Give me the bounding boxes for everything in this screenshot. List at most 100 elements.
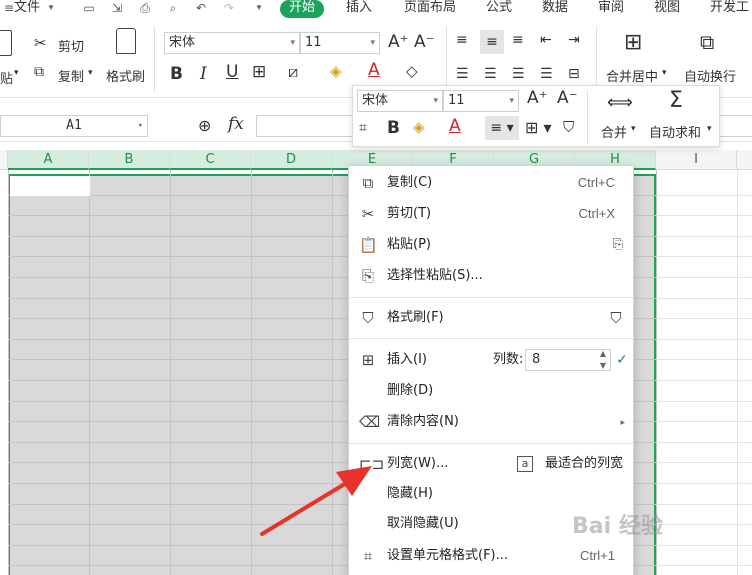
column-count-stepper[interactable]: 8 ▲ ▼ [525,349,611,371]
active-cell[interactable] [10,176,90,196]
menu-item-copy[interactable]: ⧉ 复制(C) Ctrl+C [349,168,633,198]
align-left-icon[interactable]: ☰ [456,66,469,82]
name-box[interactable]: A1 ▾ [0,115,148,137]
column-width-icon: ⊏⊐ [359,455,385,473]
grid-line-horizontal [656,544,752,546]
chevron-down-icon[interactable]: ▾ [14,68,19,78]
tab-review[interactable]: 审阅 [598,0,624,18]
column-header[interactable]: C [170,150,251,170]
format-painter-icon[interactable]: ⛉ [563,118,574,136]
diagonal-border-icon[interactable]: ⧄ [288,62,298,82]
bold-icon[interactable]: B [387,118,400,138]
stepper-arrows-icon[interactable]: ▲ ▼ [600,348,606,372]
mini-font-name-select[interactable]: 宋体 ▾ [357,90,443,112]
align-top-icon[interactable]: ≡ [456,32,468,48]
merge-center-icon: ⊞ [624,30,643,55]
chevron-down-icon: ▾ [433,96,438,106]
zoom-icon[interactable]: ⊕ [198,116,211,135]
print-icon[interactable]: ⎙ [138,2,152,15]
brush-icon[interactable]: ⛉ [607,309,625,327]
font-size-select[interactable]: 11 ▾ [300,32,380,54]
copy-button[interactable]: 复制 [58,66,84,85]
paste-icon[interactable] [0,30,12,56]
menu-item-clear-contents[interactable]: ⌫ 清除内容(N) ▸ [349,407,633,437]
chevron-down-icon[interactable]: ▾ [88,68,93,78]
border-icon[interactable]: ⊞ ▾ [525,118,552,137]
increase-font-icon[interactable]: A⁺ [388,32,409,52]
border-icon[interactable]: ⊞ [252,62,266,82]
tab-view[interactable]: 视图 [654,0,680,18]
menu-item-delete[interactable]: 删除(D) [349,376,633,406]
cut-button[interactable]: 剪切 [58,36,84,55]
column-header[interactable]: A [8,150,89,170]
distribute-icon[interactable]: ⊟ [568,66,580,82]
more-icon[interactable]: ▾ [252,2,266,15]
chevron-down-icon[interactable]: ▾ [631,124,636,134]
justify-icon[interactable]: ☰ [540,66,553,82]
mini-autosum-button[interactable]: 自动求和 [649,122,701,141]
align-center-icon[interactable]: ☰ [484,66,497,82]
tab-page-layout[interactable]: 页面布局 [404,0,456,18]
tab-home[interactable]: 开始 [280,0,325,18]
select-cells-icon[interactable]: ⌗ [359,120,367,136]
tab-data[interactable]: 数据 [542,0,568,18]
menu-item-format-painter[interactable]: ⛉ 格式刷(F) ⛉ [349,303,633,333]
menu-item-column-width[interactable]: ⊏⊐ 列宽(W)... a 最适合的列宽 [349,449,633,479]
best-fit-width-button[interactable]: 最适合的列宽 [545,449,623,479]
export-icon[interactable]: ⇲ [110,2,124,15]
grid-line-horizontal [656,380,752,381]
tab-formulas[interactable]: 公式 [486,0,512,18]
menu-item-paste-special[interactable]: ⎘ 选择性粘贴(S)... [349,261,633,291]
mini-merge-button[interactable]: 合并 [601,122,627,141]
column-header[interactable]: D [251,150,332,170]
increase-font-icon[interactable]: A⁺ [527,88,548,108]
chevron-down-icon[interactable]: ▾ [707,124,712,134]
align-center-icon[interactable]: ≡ ▾ [485,116,519,140]
undo-icon[interactable]: ↶ [194,2,208,15]
menu-item-format-cells[interactable]: ⌗ 设置单元格格式(F)... Ctrl+1 [349,541,633,571]
bold-icon[interactable]: B [170,64,183,84]
grid-line-horizontal [656,256,752,258]
menu-item-hide[interactable]: 隐藏(H) [349,479,633,509]
column-count-label: 列数: [493,352,524,367]
paste-text-icon[interactable]: ⎘ [609,236,627,254]
indent-increase-icon[interactable]: ⇥ [568,32,580,48]
corner-select-all[interactable] [0,150,8,170]
merge-center-button[interactable]: 合并居中 [606,66,658,85]
menu-item-paste[interactable]: 📋 粘贴(P) ⎘ [349,230,633,260]
decrease-font-icon[interactable]: A⁻ [557,88,578,108]
sum-icon: Σ [669,88,683,113]
chevron-down-icon[interactable]: ▾ [662,68,667,78]
wrap-text-button[interactable]: 自动换行 [684,66,736,85]
indent-decrease-icon[interactable]: ⇤ [540,32,552,48]
decrease-font-icon[interactable]: A⁻ [414,32,435,52]
grid-line-horizontal [656,421,752,423]
file-menu[interactable]: 文件 [14,0,40,18]
tab-insert[interactable]: 插入 [346,0,372,18]
menu-item-cut[interactable]: ✂ 剪切(T) Ctrl+X [349,199,633,229]
eraser-icon[interactable]: ◇ [406,62,418,80]
font-color-icon[interactable]: A [368,60,380,80]
print-preview-icon[interactable]: ⌕ [166,2,180,15]
fill-color-icon[interactable]: ◈ [413,118,425,136]
chevron-down-icon[interactable]: ▾ [44,2,58,15]
align-right-icon[interactable]: ☰ [512,66,525,82]
paste-button-label[interactable]: 贴 [0,68,13,87]
tab-developer[interactable]: 开发工 [710,0,749,18]
redo-icon[interactable]: ↷ [222,2,236,15]
italic-icon[interactable]: I [200,64,207,84]
format-painter-button[interactable]: 格式刷 [106,66,145,85]
underline-icon[interactable]: U [226,62,238,82]
font-color-icon[interactable]: A [449,116,461,136]
font-name-select[interactable]: 宋体 ▾ [164,32,300,54]
confirm-check-icon[interactable]: ✓ [613,351,631,369]
save-icon[interactable]: ▭ [82,2,96,15]
column-header[interactable]: B [89,150,170,170]
fx-icon[interactable]: fx [228,114,244,134]
fill-color-icon[interactable]: ◈ [330,62,342,80]
align-bottom-icon[interactable]: ≡ [512,32,524,48]
mini-font-size-select[interactable]: 11 ▾ [443,90,519,112]
column-header[interactable]: I [656,150,737,170]
align-middle-icon[interactable]: ≡ [480,30,504,54]
menu-item-insert[interactable]: ⊞ 插入(I) 列数: 8 ▲ ▼ ✓ [349,345,633,375]
